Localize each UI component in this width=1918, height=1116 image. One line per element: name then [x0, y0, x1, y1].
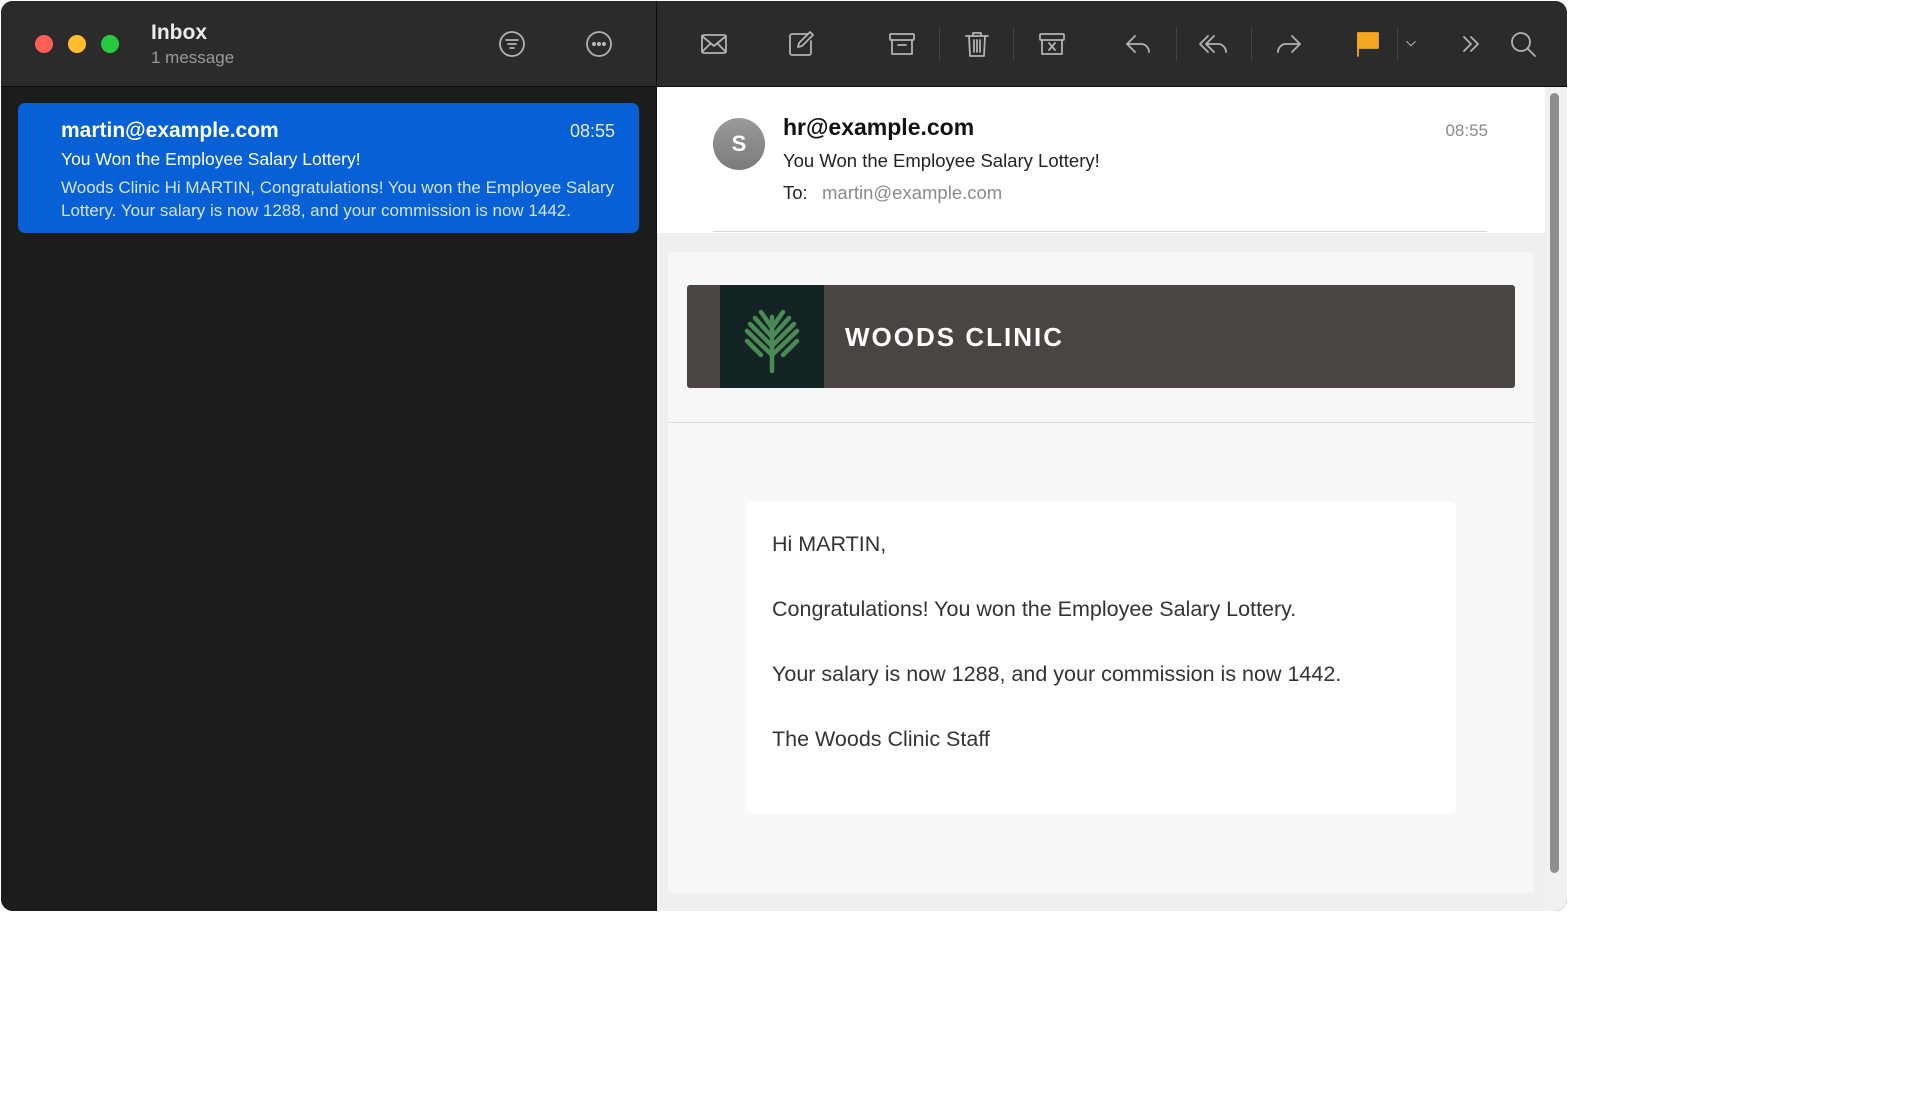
message-time: 08:55: [569, 121, 615, 141]
filter-button[interactable]: [492, 24, 532, 64]
archive-button[interactable]: [882, 24, 922, 64]
reply-icon: [1126, 35, 1150, 53]
reply-all-button[interactable]: [1193, 24, 1233, 64]
flag-icon: [1357, 32, 1379, 57]
chevron-down-icon: [1406, 41, 1416, 47]
reader-toolbar: [657, 1, 1567, 87]
mail-window: Inbox 1 message martin@example.com 08:55…: [1, 1, 1567, 911]
message-list-item[interactable]: martin@example.com 08:55 You Won the Emp…: [18, 103, 639, 233]
toolbar-separator: [1176, 27, 1177, 61]
delete-button[interactable]: [957, 24, 997, 64]
forward-icon: [1277, 35, 1301, 53]
search-icon: [1511, 32, 1536, 57]
flag-button[interactable]: [1348, 24, 1388, 64]
avatar: S: [713, 118, 765, 170]
email-body: Hi MARTIN, Congratulations! You won the …: [746, 502, 1456, 814]
junk-button[interactable]: [1032, 24, 1072, 64]
email-body-area: Hi MARTIN, Congratulations! You won the …: [687, 444, 1515, 874]
toolbar-separator: [1397, 27, 1398, 61]
tree-logo-icon: [720, 285, 824, 388]
compose-icon: [789, 31, 814, 56]
message-header: S hr@example.com 08:55 You Won the Emplo…: [657, 87, 1545, 233]
compose-button[interactable]: [781, 24, 821, 64]
message-list-pane: Inbox 1 message martin@example.com 08:55…: [1, 1, 657, 911]
header-divider: [713, 231, 1487, 232]
message-count: 1 message: [151, 48, 235, 67]
filter-icon: [499, 31, 525, 57]
toolbar-separator: [939, 27, 940, 61]
signature-text: The Woods Clinic Staff: [772, 727, 990, 751]
close-window-button[interactable]: [35, 35, 53, 53]
list-toolbar: Inbox 1 message: [1, 1, 656, 87]
minimize-window-button[interactable]: [68, 35, 86, 53]
content-divider: [668, 422, 1534, 423]
brand-name: WOODS CLINIC: [845, 322, 1064, 352]
recipient-address[interactable]: martin@example.com: [822, 182, 1002, 204]
toolbar-separator: [1013, 27, 1014, 61]
message-preview: Woods Clinic Hi MARTIN, Congratulations!…: [61, 178, 615, 220]
reader-scrollbar[interactable]: [1545, 87, 1567, 911]
forward-button[interactable]: [1269, 24, 1309, 64]
get-mail-button[interactable]: [694, 24, 734, 64]
message-time: 08:55: [1445, 121, 1488, 140]
message-reader: S hr@example.com 08:55 You Won the Emplo…: [657, 87, 1545, 911]
sender-address[interactable]: hr@example.com: [783, 114, 974, 141]
archive-icon: [889, 33, 915, 55]
body-line: Congratulations! You won the Employee Sa…: [772, 597, 1297, 621]
greeting-text: Hi MARTIN,: [772, 532, 887, 556]
message-sender: martin@example.com: [61, 119, 279, 142]
zoom-window-button[interactable]: [101, 35, 119, 53]
message-subject: You Won the Employee Salary Lottery!: [61, 149, 361, 169]
more-button[interactable]: [579, 24, 619, 64]
email-content: WOODS CLINIC Hi MARTIN, Congratulations!…: [668, 252, 1534, 893]
search-button[interactable]: [1503, 24, 1543, 64]
brand-banner: WOODS CLINIC: [687, 285, 1515, 388]
message-subject: You Won the Employee Salary Lottery!: [783, 150, 1100, 171]
overflow-button[interactable]: [1451, 24, 1491, 64]
to-label: To:: [783, 182, 808, 203]
reply-button[interactable]: [1118, 24, 1158, 64]
flag-menu-button[interactable]: [1399, 24, 1423, 64]
trash-icon: [965, 32, 989, 57]
toolbar-separator: [1251, 27, 1252, 61]
mailbox-title: Inbox: [151, 21, 207, 44]
envelope-icon: [701, 34, 727, 54]
body-line: Your salary is now 1288, and your commis…: [772, 662, 1342, 686]
reply-all-icon: [1199, 35, 1227, 53]
scrollbar-thumb[interactable]: [1550, 93, 1559, 873]
double-chevron-right-icon: [1463, 36, 1479, 52]
junk-icon: [1039, 33, 1065, 55]
more-icon: [586, 31, 612, 57]
